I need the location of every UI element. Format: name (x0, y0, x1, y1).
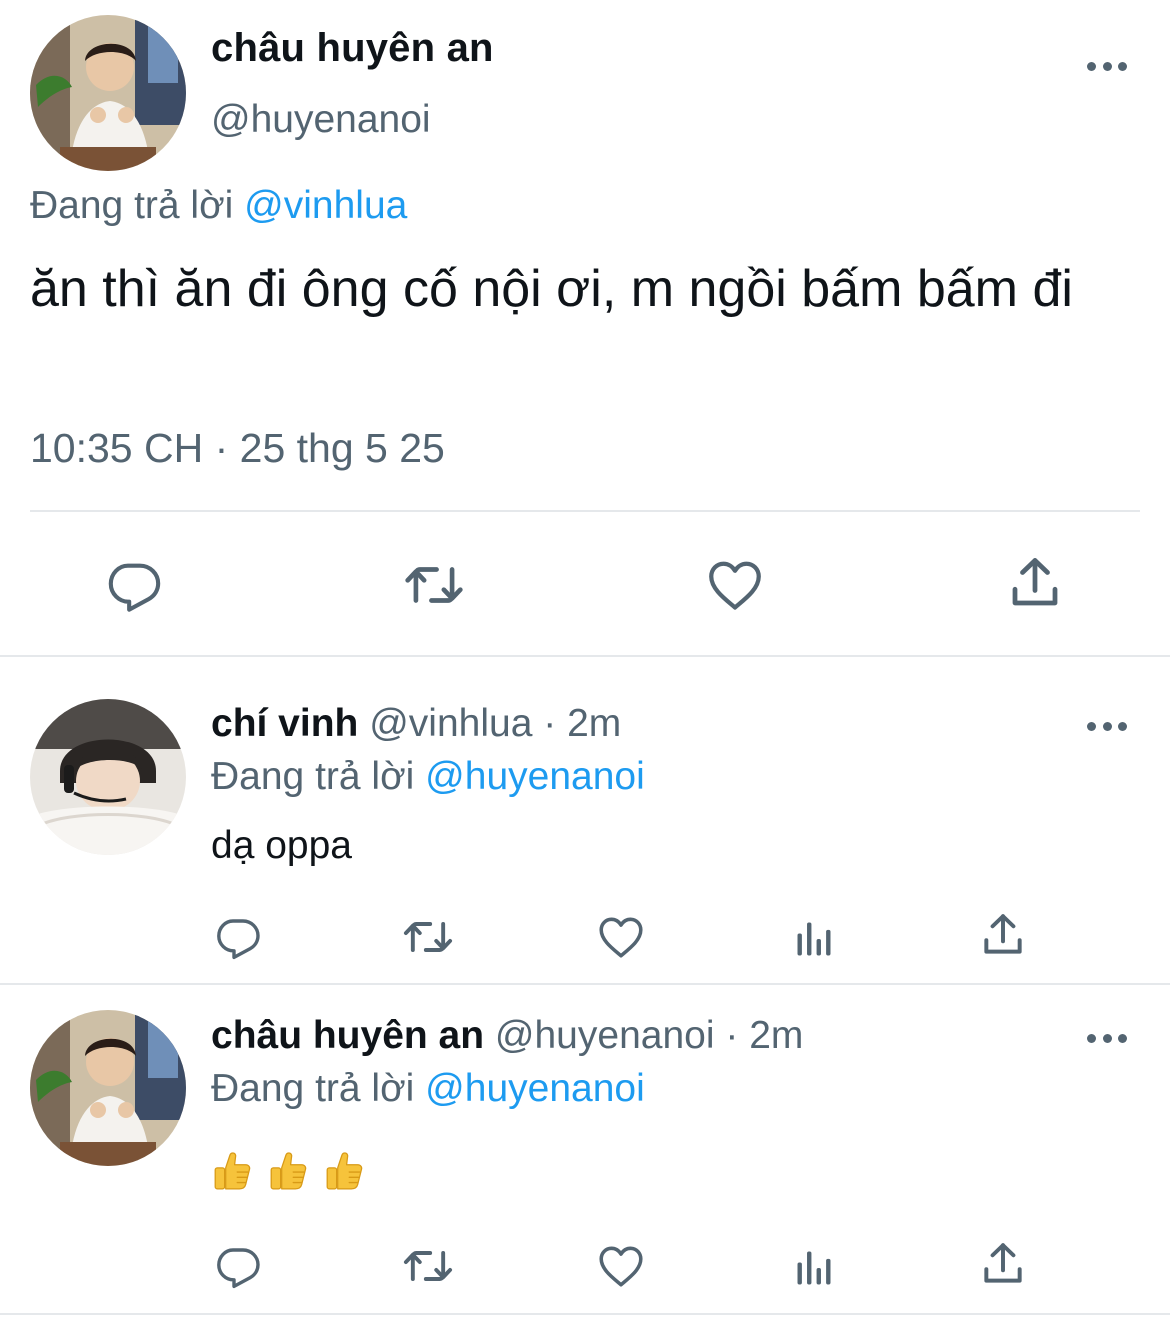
like-button[interactable] (593, 1238, 649, 1294)
divider (0, 983, 1170, 985)
thumbs-up-icon (323, 1150, 365, 1192)
avatar[interactable] (30, 1010, 186, 1166)
like-icon (596, 1241, 646, 1291)
like-button[interactable] (702, 552, 768, 618)
like-icon (596, 912, 646, 962)
analytics-icon (792, 1246, 836, 1290)
thumbs-up-icon (267, 1150, 309, 1192)
retweet-icon (402, 911, 454, 963)
reply-icon (214, 913, 262, 961)
share-icon (1005, 553, 1065, 613)
display-name[interactable]: châu huyên an (211, 26, 494, 71)
retweet-button[interactable] (401, 552, 467, 618)
share-button[interactable] (1002, 550, 1068, 616)
share-button[interactable] (975, 907, 1031, 963)
replying-to-line: Đang trả lời @vinhlua (30, 184, 407, 228)
avatar[interactable] (30, 15, 186, 171)
mention-link[interactable]: @huyenanoi (425, 755, 645, 798)
retweet-button[interactable] (400, 1238, 456, 1294)
replying-prefix: Đang trả lời (30, 184, 234, 227)
user-handle[interactable]: @huyenanoi (495, 1014, 715, 1057)
analytics-button[interactable] (786, 1240, 842, 1296)
divider (0, 655, 1170, 657)
retweet-icon (402, 1240, 454, 1292)
user-handle[interactable]: @huyenanoi (211, 98, 431, 142)
mention-link[interactable]: @huyenanoi (425, 1067, 645, 1110)
reply-header: châu huyên an @huyenanoi · 2m (211, 1014, 803, 1058)
like-button[interactable] (593, 909, 649, 965)
reply-button[interactable] (210, 909, 266, 965)
like-icon (705, 555, 765, 615)
more-options-icon[interactable] (1087, 720, 1127, 732)
divider (30, 510, 1140, 512)
replying-to-line: Đang trả lời @huyenanoi (211, 755, 645, 799)
tweet-timestamp[interactable]: 10:35 CH · 25 thg 5 25 (30, 425, 445, 472)
share-icon (978, 1239, 1028, 1289)
retweet-icon (403, 554, 465, 616)
display-name[interactable]: chí vinh (211, 702, 358, 745)
more-options-icon[interactable] (1087, 60, 1127, 72)
tweet-text: ăn thì ăn đi ông cố nội ơi, m ngồi bấm b… (30, 260, 1073, 318)
display-name[interactable]: châu huyên an (211, 1014, 484, 1057)
share-button[interactable] (975, 1236, 1031, 1292)
retweet-button[interactable] (400, 909, 456, 965)
reply-icon (214, 1242, 262, 1290)
replying-prefix: Đang trả lời (211, 755, 415, 798)
share-icon (978, 910, 1028, 960)
more-options-icon[interactable] (1087, 1032, 1127, 1044)
reply-header: chí vinh @vinhlua · 2m (211, 702, 621, 746)
tweet-emoji-text (211, 1150, 365, 1192)
reply-time[interactable]: 2m (567, 702, 621, 745)
reply-button[interactable] (210, 1238, 266, 1294)
reply-time[interactable]: 2m (749, 1014, 803, 1057)
reply-button[interactable] (101, 552, 167, 618)
divider (0, 1313, 1170, 1315)
separator-dot: · (543, 702, 557, 745)
separator-dot: · (725, 1014, 739, 1057)
analytics-button[interactable] (786, 911, 842, 967)
mention-link[interactable]: @vinhlua (244, 184, 407, 227)
reply-icon (105, 556, 163, 614)
analytics-icon (792, 917, 836, 961)
replying-prefix: Đang trả lời (211, 1067, 415, 1110)
tweet-text: dạ oppa (211, 824, 352, 867)
thumbs-up-icon (211, 1150, 253, 1192)
user-handle[interactable]: @vinhlua (369, 702, 532, 745)
replying-to-line: Đang trả lời @huyenanoi (211, 1067, 645, 1111)
avatar[interactable] (30, 699, 186, 855)
